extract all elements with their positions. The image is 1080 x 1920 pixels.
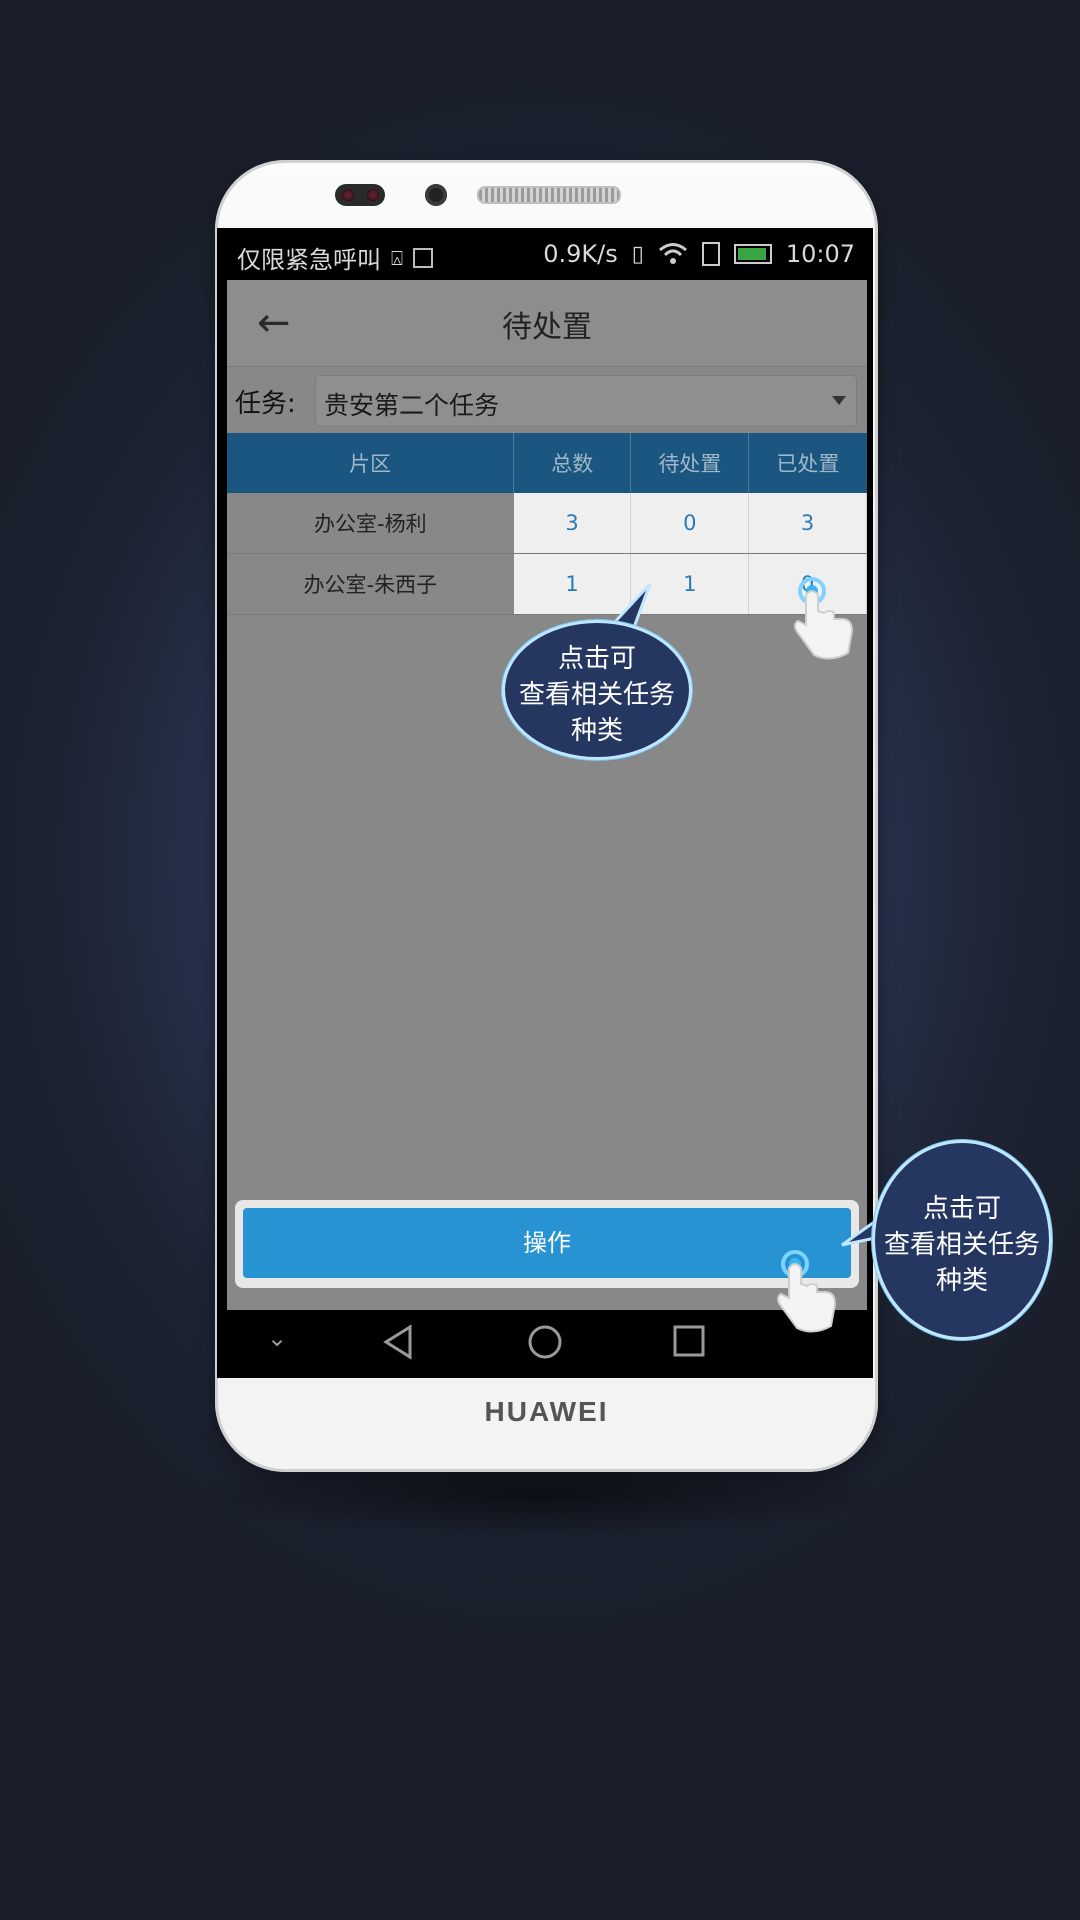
network-speed: 0.9K/s (543, 240, 618, 268)
task-filter-row: 任务: 贵安第二个任务 (227, 367, 867, 433)
task-select-value: 贵安第二个任务 (324, 391, 500, 420)
column-header-total: 总数 (513, 433, 632, 493)
callout-line: 点击可 (922, 1194, 1001, 1224)
operate-button[interactable]: 操作 (243, 1208, 851, 1278)
table-row: 办公室-杨利 3 0 3 (227, 493, 867, 554)
nav-back-icon[interactable] (382, 1324, 414, 1360)
nav-recents-icon[interactable] (672, 1324, 706, 1358)
wifi-icon (658, 243, 687, 264)
cell-area: 办公室-朱西子 (227, 553, 514, 615)
earpiece-grille (477, 186, 621, 204)
cell-total[interactable]: 3 (513, 493, 632, 554)
tap-hand-icon (777, 1250, 837, 1333)
carrier-text: 仅限紧急呼叫 (237, 246, 381, 274)
callout-line: 点击可 (557, 644, 636, 674)
clock: 10:07 (785, 240, 855, 268)
callout-line: 种类 (570, 716, 623, 746)
app-bar: ← 待处置 (227, 280, 867, 367)
battery-icon (733, 244, 772, 264)
sim-icon (701, 242, 720, 266)
status-bar: 仅限紧急呼叫 ⍓ 0.9K/s ▯ 10:07 (217, 228, 873, 280)
disposal-table: 片区 总数 待处置 已处置 办公室-杨利 3 0 3 办公室-朱西子 1 1 0 (227, 433, 867, 615)
task-label: 任务: (235, 389, 296, 419)
nav-home-icon[interactable] (527, 1324, 563, 1360)
vibrate-icon: ▯ (631, 241, 644, 267)
page-title: 待处置 (502, 310, 592, 345)
column-header-pending: 待处置 (630, 433, 750, 493)
callout-bubble-table: 点击可 查看相关任务 种类 (502, 620, 692, 760)
callout-bubble-button: 点击可 查看相关任务 种类 (872, 1140, 1052, 1340)
tap-hand-icon (794, 577, 854, 660)
column-header-done: 已处置 (748, 433, 867, 493)
phone-screen: 仅限紧急呼叫 ⍓ 0.9K/s ▯ 10:07 ← 待处置 任务: 贵安第二个任… (217, 228, 873, 1378)
table-header-row: 片区 总数 待处置 已处置 (227, 433, 867, 493)
callout-line: 查看相关任务 (518, 680, 675, 710)
dual-camera-icon (335, 184, 385, 206)
action-button-container: 操作 (235, 1200, 859, 1288)
chevron-down-icon[interactable]: ⌄ (267, 1324, 287, 1352)
image-notification-icon (413, 247, 433, 268)
table-row: 办公室-朱西子 1 1 0 (227, 553, 867, 615)
callout-line: 种类 (935, 1266, 988, 1296)
callout-line: 查看相关任务 (883, 1230, 1040, 1260)
task-select[interactable]: 贵安第二个任务 (315, 375, 857, 427)
dropdown-arrow-icon (832, 396, 846, 405)
column-header-area: 片区 (227, 433, 515, 493)
cell-area: 办公室-杨利 (227, 493, 514, 554)
android-notification-icon: ⍓ (391, 245, 403, 270)
app-screen: ← 待处置 任务: 贵安第二个任务 片区 总数 待处置 已处置 办公室-杨利 3… (227, 280, 867, 1310)
cell-pending[interactable]: 0 (630, 493, 750, 554)
phone-brand-logo: HUAWEI (484, 1396, 609, 1427)
front-camera-icon (425, 184, 447, 206)
cell-done[interactable]: 3 (748, 493, 867, 554)
